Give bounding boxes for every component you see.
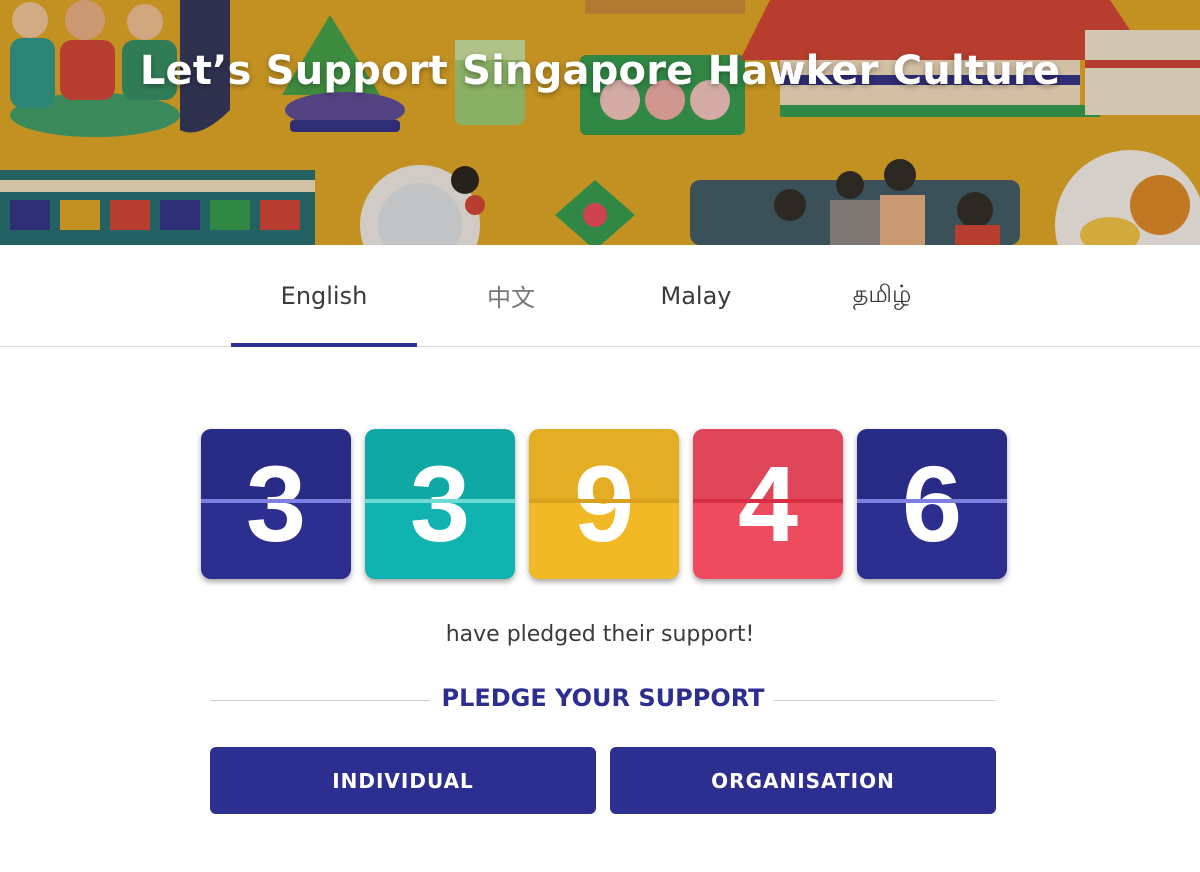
counter-digit-value: 4	[737, 443, 799, 564]
organisation-button[interactable]: ORGANISATION	[610, 747, 996, 814]
pledge-heading-row: PLEDGE YOUR SUPPORT	[210, 682, 996, 718]
counter-digit-value: 6	[901, 443, 963, 564]
counter-digit: 3	[201, 429, 351, 579]
counter-digit: 3	[365, 429, 515, 579]
hero-banner: Let’s Support Singapore Hawker Culture	[0, 0, 1200, 245]
counter-digit: 9	[529, 429, 679, 579]
pledge-count-caption: have pledged their support!	[445, 622, 755, 647]
counter-digit: 4	[693, 429, 843, 579]
counter-digit-value: 3	[245, 443, 307, 564]
counter-digit: 6	[857, 429, 1007, 579]
hero-overlay	[0, 0, 1200, 245]
language-tabs: English 中文 Malay தமிழ்	[0, 245, 1200, 347]
tab-chinese[interactable]: 中文	[418, 245, 604, 346]
pledge-heading: PLEDGE YOUR SUPPORT	[441, 684, 765, 712]
counter-digit-value: 3	[409, 443, 471, 564]
counter-digit-value: 9	[573, 443, 635, 564]
tab-malay[interactable]: Malay	[603, 245, 789, 346]
page-title: Let’s Support Singapore Hawker Culture	[139, 48, 1061, 94]
tab-english[interactable]: English	[231, 245, 417, 347]
tab-tamil[interactable]: தமிழ்	[789, 245, 975, 346]
individual-button[interactable]: INDIVIDUAL	[210, 747, 596, 814]
